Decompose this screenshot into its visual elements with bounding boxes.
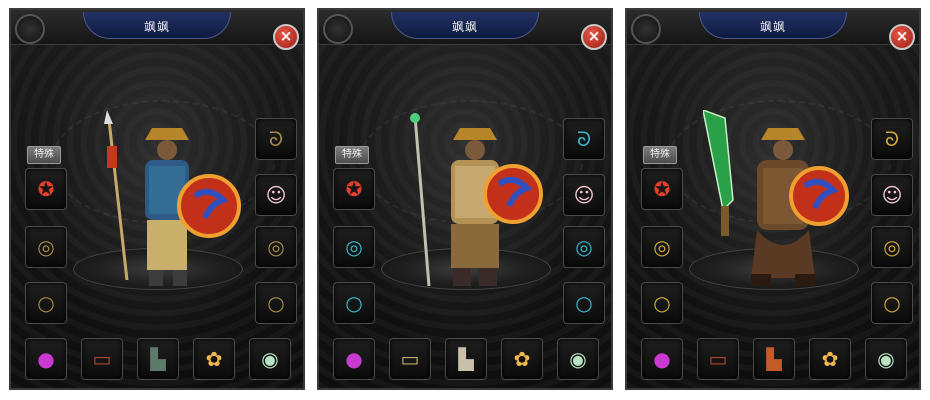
boots-slot[interactable]: ▙ <box>445 338 487 380</box>
equipment-panel-1: 飒飒 × 特殊 ✪ ◎ ○ ᘐ ☺ ◎ ○ ● ▭ ▙ ✿ ◉ <box>9 8 305 390</box>
ring-icon: ○ <box>267 291 285 315</box>
left-bracelet-slot[interactable]: ◎ <box>641 226 683 268</box>
necklace-slot[interactable]: ᘐ <box>255 118 297 160</box>
special-tab[interactable]: 特殊 <box>27 146 61 164</box>
boots-slot[interactable]: ▙ <box>137 338 179 380</box>
boots-slot[interactable]: ▙ <box>753 338 795 380</box>
ring-icon: ○ <box>883 291 901 315</box>
special-amulet-icon: ✪ <box>653 177 671 201</box>
left-ring-slot[interactable]: ○ <box>333 282 375 324</box>
bracelet-icon: ◎ <box>653 235 671 259</box>
ring-icon: ○ <box>345 291 363 315</box>
special-slot[interactable]: ✪ <box>641 168 683 210</box>
character-model-spear <box>104 110 241 286</box>
jade-pendant-face-icon: ☺ <box>573 183 595 207</box>
special-amulet-icon: ✪ <box>345 177 363 201</box>
character-model-staff <box>410 113 543 287</box>
purple-orb-icon: ● <box>653 347 671 371</box>
special-slot[interactable]: ✪ <box>25 168 67 210</box>
close-button[interactable]: × <box>273 24 299 50</box>
left-ring-slot[interactable]: ○ <box>641 282 683 324</box>
special-slot[interactable]: ✪ <box>333 168 375 210</box>
jade-disc-icon: ◉ <box>569 347 587 371</box>
charm-slot[interactable]: ✿ <box>809 338 851 380</box>
belt-icon: ▭ <box>400 347 420 371</box>
bracelet-icon: ◎ <box>575 235 593 259</box>
title-plate: 飒飒 <box>83 12 231 39</box>
left-ring-slot[interactable]: ○ <box>25 282 67 324</box>
character-model-green-sword <box>703 110 849 286</box>
golden-lotus-icon: ✿ <box>513 347 531 371</box>
title-plate: 飒飒 <box>699 12 847 39</box>
title-bar: 飒飒 <box>11 10 303 45</box>
boots-icon: ▙ <box>766 347 782 371</box>
necklace-icon: ᘐ <box>576 127 592 151</box>
ring-icon: ○ <box>37 291 55 315</box>
bracelet-icon: ◎ <box>345 235 363 259</box>
golden-lotus-icon: ✿ <box>821 347 839 371</box>
equipment-panel-2: 飒飒 × 特殊 ✪ ◎ ○ ᘐ ☺ ◎ ○ ● ▭ ▙ ✿ ◉ <box>317 8 613 390</box>
purple-orb-icon: ● <box>345 347 363 371</box>
boots-icon: ▙ <box>458 347 474 371</box>
left-bracelet-slot[interactable]: ◎ <box>25 226 67 268</box>
title-plate: 飒飒 <box>391 12 539 39</box>
necklace-slot[interactable]: ᘐ <box>871 118 913 160</box>
left-bracelet-slot[interactable]: ◎ <box>333 226 375 268</box>
corner-ornament-icon <box>15 14 45 44</box>
bracelet-icon: ◎ <box>37 235 55 259</box>
jade-disc-icon: ◉ <box>877 347 895 371</box>
right-ring-slot[interactable]: ○ <box>563 282 605 324</box>
jade-disc-icon: ◉ <box>261 347 279 371</box>
necklace-slot[interactable]: ᘐ <box>563 118 605 160</box>
jade-slot[interactable]: ◉ <box>557 338 599 380</box>
title-bar: 飒飒 <box>319 10 611 45</box>
corner-ornament-icon <box>323 14 353 44</box>
belt-slot[interactable]: ▭ <box>81 338 123 380</box>
gem-slot[interactable]: ● <box>25 338 67 380</box>
corner-ornament-icon <box>631 14 661 44</box>
bracelet-icon: ◎ <box>883 235 901 259</box>
belt-slot[interactable]: ▭ <box>697 338 739 380</box>
character-name: 飒飒 <box>143 20 170 34</box>
charm-slot[interactable]: ✿ <box>501 338 543 380</box>
special-amulet-icon: ✪ <box>37 177 55 201</box>
special-tab[interactable]: 特殊 <box>643 146 677 164</box>
close-button[interactable]: × <box>581 24 607 50</box>
jade-slot[interactable]: ◉ <box>865 338 907 380</box>
right-bracelet-slot[interactable]: ◎ <box>563 226 605 268</box>
gem-slot[interactable]: ● <box>333 338 375 380</box>
belt-icon: ▭ <box>708 347 728 371</box>
character-name: 飒飒 <box>759 20 786 34</box>
right-ring-slot[interactable]: ○ <box>871 282 913 324</box>
charm-slot[interactable]: ✿ <box>193 338 235 380</box>
helmet-slot[interactable]: ☺ <box>255 174 297 216</box>
bracelet-icon: ◎ <box>267 235 285 259</box>
ring-icon: ○ <box>653 291 671 315</box>
jade-pendant-face-icon: ☺ <box>265 183 287 207</box>
title-bar: 飒飒 <box>627 10 919 45</box>
special-tab[interactable]: 特殊 <box>335 146 369 164</box>
ring-icon: ○ <box>575 291 593 315</box>
right-bracelet-slot[interactable]: ◎ <box>255 226 297 268</box>
helmet-slot[interactable]: ☺ <box>563 174 605 216</box>
belt-slot[interactable]: ▭ <box>389 338 431 380</box>
helmet-slot[interactable]: ☺ <box>871 174 913 216</box>
necklace-icon: ᘐ <box>884 127 900 151</box>
equipment-panel-3: 飒飒 × 特殊 ✪ ◎ ○ ᘐ ☺ ◎ ○ ● ▭ ▙ ✿ ◉ <box>625 8 921 390</box>
jade-slot[interactable]: ◉ <box>249 338 291 380</box>
golden-lotus-icon: ✿ <box>205 347 223 371</box>
jade-pendant-face-icon: ☺ <box>881 183 903 207</box>
gem-slot[interactable]: ● <box>641 338 683 380</box>
belt-icon: ▭ <box>92 347 112 371</box>
right-ring-slot[interactable]: ○ <box>255 282 297 324</box>
character-name: 飒飒 <box>451 20 478 34</box>
close-button[interactable]: × <box>889 24 915 50</box>
boots-icon: ▙ <box>150 347 166 371</box>
necklace-icon: ᘐ <box>268 127 284 151</box>
right-bracelet-slot[interactable]: ◎ <box>871 226 913 268</box>
purple-orb-icon: ● <box>37 347 55 371</box>
